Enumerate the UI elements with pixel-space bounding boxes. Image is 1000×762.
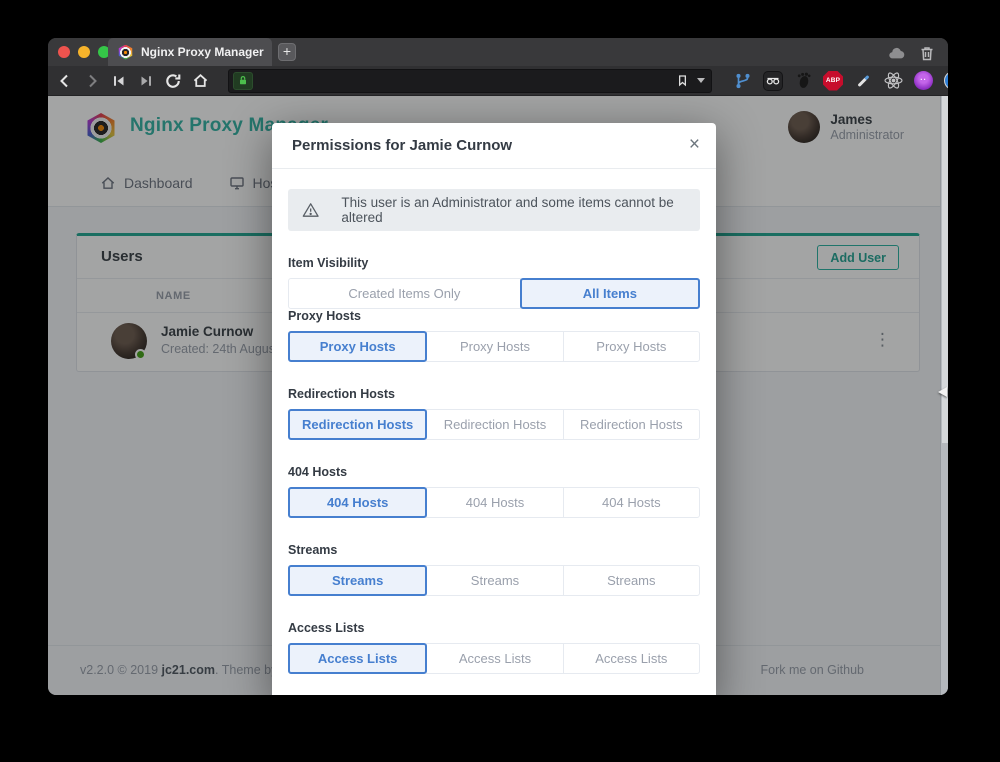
permission-section: Proxy Hosts Proxy Hosts Proxy Hosts Prox…	[288, 309, 700, 362]
close-window-button[interactable]	[58, 46, 70, 58]
permission-section: Access Lists Access Lists Access Lists A…	[288, 621, 700, 674]
permission-option-button[interactable]: Streams	[288, 565, 427, 596]
permission-option-button[interactable]: 404 Hosts	[563, 487, 700, 518]
browser-tab[interactable]: Nginx Proxy Manager	[108, 38, 272, 66]
permission-section: 404 Hosts 404 Hosts 404 Hosts 404 Hosts	[288, 465, 700, 518]
downloads-cloud-icon[interactable]	[888, 44, 906, 62]
reload-button[interactable]	[164, 72, 182, 90]
bookmark-icon[interactable]	[673, 72, 691, 90]
permission-option-button[interactable]: Proxy Hosts	[563, 331, 700, 362]
forward-button[interactable]	[83, 72, 101, 90]
section-label: Access Lists	[288, 621, 700, 635]
address-bar[interactable]	[228, 69, 712, 93]
goggles-extension-icon[interactable]	[763, 71, 783, 91]
permission-button-group: Access Lists Access Lists Access Lists	[288, 643, 700, 674]
extension-icons: ABP	[733, 71, 948, 91]
item-visibility-group: Created Items Only All Items	[288, 278, 700, 309]
permission-button-group: Proxy Hosts Proxy Hosts Proxy Hosts	[288, 331, 700, 362]
bookmark-caret-icon[interactable]	[697, 78, 705, 83]
gnome-foot-extension-icon[interactable]	[793, 71, 813, 91]
permission-option-button[interactable]: Proxy Hosts	[288, 331, 427, 362]
permission-option-button[interactable]: Redirection Hosts	[288, 409, 427, 440]
ssl-lock-icon[interactable]	[233, 72, 253, 90]
page-viewport: Nginx Proxy Manager James Administrator …	[48, 96, 948, 695]
permission-option-button[interactable]: 404 Hosts	[426, 487, 563, 518]
permission-option-button[interactable]: 404 Hosts	[288, 487, 427, 518]
browser-window: Nginx Proxy Manager +	[48, 38, 948, 695]
skip-back-button[interactable]	[110, 72, 128, 90]
privacy-badger-extension-icon[interactable]	[943, 71, 948, 91]
modal-header: Permissions for Jamie Curnow ×	[272, 123, 716, 169]
skip-forward-button[interactable]	[137, 72, 155, 90]
minimize-window-button[interactable]	[78, 46, 90, 58]
permission-option-button[interactable]: Access Lists	[426, 643, 563, 674]
permission-section: Streams Streams Streams Streams	[288, 543, 700, 596]
git-branch-extension-icon[interactable]	[733, 71, 753, 91]
permission-button-group: Redirection Hosts Redirection Hosts Redi…	[288, 409, 700, 440]
close-icon[interactable]: ×	[689, 134, 700, 156]
permission-option-button[interactable]: Proxy Hosts	[426, 331, 563, 362]
atom-extension-icon[interactable]	[883, 71, 903, 91]
section-label: Item Visibility	[288, 256, 700, 270]
visibility-option-button[interactable]: All Items	[520, 278, 700, 309]
warning-triangle-icon	[302, 201, 319, 219]
permission-section: Redirection Hosts Redirection Hosts Redi…	[288, 387, 700, 440]
permission-option-button[interactable]: Access Lists	[288, 643, 427, 674]
section-label: Proxy Hosts	[288, 309, 700, 323]
adblock-plus-extension-icon[interactable]: ABP	[823, 71, 843, 91]
trash-icon[interactable]	[918, 44, 936, 62]
new-tab-button[interactable]: +	[278, 43, 296, 61]
screenshot-stage: Nginx Proxy Manager +	[0, 0, 1000, 762]
permission-button-group: Streams Streams Streams	[288, 565, 700, 596]
permission-button-group: 404 Hosts 404 Hosts 404 Hosts	[288, 487, 700, 518]
back-button[interactable]	[56, 72, 74, 90]
modal-title: Permissions for Jamie Curnow	[292, 137, 512, 154]
npm-favicon-icon	[118, 45, 133, 60]
purple-bot-extension-icon[interactable]	[913, 71, 933, 91]
browser-tab-bar: Nginx Proxy Manager +	[48, 38, 948, 66]
section-label: 404 Hosts	[288, 465, 700, 479]
item-visibility-section: Item Visibility Created Items Only All I…	[288, 256, 700, 309]
permission-option-button[interactable]: Access Lists	[563, 643, 700, 674]
tab-title: Nginx Proxy Manager	[141, 45, 264, 59]
modal-body: This user is an Administrator and some i…	[272, 169, 716, 690]
permission-option-button[interactable]: Streams	[426, 565, 563, 596]
permission-option-button[interactable]: Streams	[563, 565, 700, 596]
section-label: Redirection Hosts	[288, 387, 700, 401]
permission-option-button[interactable]: Redirection Hosts	[563, 409, 700, 440]
permission-sections: Proxy Hosts Proxy Hosts Proxy Hosts Prox…	[288, 309, 700, 674]
browser-toolbar: ABP	[48, 66, 948, 96]
permission-option-button[interactable]: Redirection Hosts	[426, 409, 563, 440]
admin-warning-alert: This user is an Administrator and some i…	[288, 189, 700, 231]
window-controls	[58, 46, 110, 58]
visibility-option-button[interactable]: Created Items Only	[288, 278, 521, 309]
alert-text: This user is an Administrator and some i…	[341, 195, 686, 225]
color-picker-extension-icon[interactable]	[853, 71, 873, 91]
permissions-modal: Permissions for Jamie Curnow × This user…	[272, 123, 716, 695]
mouse-cursor	[938, 387, 947, 397]
section-label: Streams	[288, 543, 700, 557]
home-button[interactable]	[191, 72, 209, 90]
